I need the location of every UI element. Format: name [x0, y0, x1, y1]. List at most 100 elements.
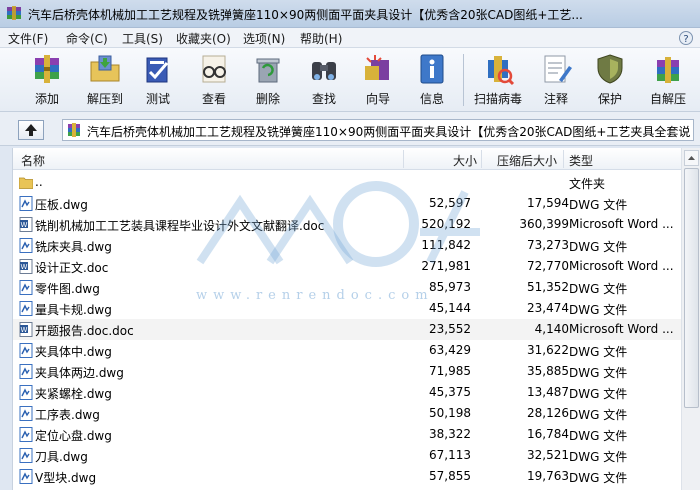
- folder-icon: [19, 177, 33, 189]
- scroll-thumb[interactable]: [684, 168, 699, 408]
- add-archive-icon: [35, 55, 59, 83]
- file-packed-size: 16,784: [527, 427, 569, 441]
- file-size: 520,192: [421, 217, 471, 231]
- menu-bar: 文件(F) 命令(C) 工具(S) 收藏夹(O) 选项(N) 帮助(H) ?: [0, 28, 700, 48]
- column-size[interactable]: 大小: [453, 152, 477, 169]
- view-button[interactable]: 查看: [192, 50, 236, 110]
- file-name: 夹具体两边.dwg: [35, 366, 124, 380]
- file-type: 文件夹: [569, 177, 606, 191]
- file-row[interactable]: 定位心盘.dwg 38,322 16,784 DWG 文件: [13, 424, 681, 445]
- scan-virus-button[interactable]: 扫描病毒: [470, 50, 526, 110]
- file-row[interactable]: 夹具体两边.dwg 71,985 35,885 DWG 文件: [13, 361, 681, 382]
- find-button[interactable]: 查找: [302, 50, 346, 110]
- file-row[interactable]: 零件图.dwg 85,973 51,352 DWG 文件: [13, 277, 681, 298]
- file-row[interactable]: 夹具体中.dwg 63,429 31,622 DWG 文件: [13, 340, 681, 361]
- protect-button[interactable]: 保护: [588, 50, 632, 110]
- menu-help[interactable]: 帮助(H): [300, 30, 342, 47]
- archive-path-field[interactable]: 汽车后桥壳体机械加工工艺规程及铣弹簧座110×90两侧面平面夹具设计【优秀含20…: [62, 119, 694, 141]
- file-row[interactable]: 夹紧螺栓.dwg 45,375 13,487 DWG 文件: [13, 382, 681, 403]
- test-button[interactable]: 测试: [136, 50, 180, 110]
- file-size: 85,973: [429, 280, 471, 294]
- file-row[interactable]: W 铣削机械加工工艺装具课程毕业设计外文文献翻译.doc 520,192 360,39…: [13, 214, 681, 235]
- test-archive-icon: [146, 57, 169, 83]
- file-size: 63,429: [429, 343, 471, 357]
- svg-text:W: W: [21, 326, 28, 334]
- extract-to-button[interactable]: 解压到: [80, 50, 130, 110]
- help-icon[interactable]: ?: [678, 30, 694, 46]
- info-button[interactable]: 信息: [410, 50, 454, 110]
- file-packed-size: 17,594: [527, 196, 569, 210]
- toolbar: 添加 解压到 测试 查看 删除 查找 向导 信息 扫描病毒 注释 保护 自解压: [0, 48, 700, 112]
- file-type: DWG 文件: [569, 198, 628, 212]
- word-file-icon: W: [19, 322, 33, 337]
- winrar-window: 汽车后桥壳体机械加工工艺规程及铣弹簧座110×90两侧面平面夹具设计【优秀含20…: [0, 0, 700, 490]
- menu-commands[interactable]: 命令(C): [66, 30, 108, 47]
- dwg-file-icon: [19, 469, 33, 484]
- sfx-archive-icon: [657, 57, 679, 83]
- delete-button[interactable]: 删除: [246, 50, 290, 110]
- file-type: DWG 文件: [569, 282, 628, 296]
- vertical-scrollbar[interactable]: [681, 148, 700, 490]
- delete-bin-icon: [256, 58, 280, 83]
- file-packed-size: 13,487: [527, 385, 569, 399]
- file-row[interactable]: W 设计正文.doc 271,981 72,770 Microsoft Word ...: [13, 256, 681, 277]
- comment-note-icon: [544, 55, 572, 83]
- file-type: DWG 文件: [569, 303, 628, 317]
- dwg-file-icon: [19, 406, 33, 421]
- svg-text:?: ?: [683, 34, 688, 45]
- file-row[interactable]: 铣床夹具.dwg 111,842 73,273 DWG 文件: [13, 235, 681, 256]
- file-name: 铣床夹具.dwg: [35, 240, 112, 254]
- up-folder-button[interactable]: [18, 120, 44, 140]
- file-row[interactable]: .. 文件夹: [13, 172, 681, 193]
- file-name: 刀具.dwg: [35, 450, 88, 464]
- file-name: 铣削机械加工工艺装具课程毕业设计外文文献翻译.doc: [35, 219, 325, 233]
- file-row[interactable]: 压板.dwg 52,597 17,594 DWG 文件: [13, 193, 681, 214]
- file-name: 设计正文.doc: [35, 261, 109, 275]
- column-packed[interactable]: 压缩后大小: [497, 152, 557, 169]
- file-row[interactable]: V型块.dwg 57,855 19,763 DWG 文件: [13, 466, 681, 487]
- file-row[interactable]: 工序表.dwg 50,198 28,126 DWG 文件: [13, 403, 681, 424]
- scroll-up-arrow-icon: [688, 156, 695, 160]
- file-row[interactable]: 量具卡规.dwg 45,144 23,474 DWG 文件: [13, 298, 681, 319]
- file-name: 零件图.dwg: [35, 282, 100, 296]
- file-name: ..: [35, 175, 43, 189]
- sfx-button[interactable]: 自解压: [640, 50, 696, 110]
- wizard-button[interactable]: 向导: [356, 50, 400, 110]
- file-size: 50,198: [429, 406, 471, 420]
- dwg-file-icon: [19, 343, 33, 358]
- wizard-icon: [365, 55, 389, 80]
- file-packed-size: 360,399: [519, 217, 569, 231]
- toolbar-separator: [463, 54, 464, 106]
- file-row[interactable]: 刀具.dwg 67,113 32,521 DWG 文件: [13, 445, 681, 466]
- menu-options[interactable]: 选项(N): [243, 30, 285, 47]
- file-size: 23,552: [429, 322, 471, 336]
- dwg-file-icon: [19, 196, 33, 211]
- file-packed-size: 72,770: [527, 259, 569, 273]
- file-type: Microsoft Word ...: [569, 322, 674, 336]
- file-name: 量具卡规.dwg: [35, 303, 112, 317]
- archive-path: 汽车后桥壳体机械加工工艺规程及铣弹簧座110×90两侧面平面夹具设计【优秀含20…: [87, 125, 691, 139]
- menu-file[interactable]: 文件(F): [8, 30, 48, 47]
- file-size: 271,981: [421, 259, 471, 273]
- extract-folder-icon: [90, 55, 120, 82]
- file-size: 111,842: [421, 238, 471, 252]
- add-button[interactable]: 添加: [22, 50, 72, 110]
- file-name: V型块.dwg: [35, 471, 97, 485]
- info-icon: [420, 54, 444, 84]
- title-bar: 汽车后桥壳体机械加工工艺规程及铣弹簧座110×90两侧面平面夹具设计【优秀含20…: [0, 0, 700, 28]
- column-type[interactable]: 类型: [569, 152, 593, 169]
- menu-tools[interactable]: 工具(S): [122, 30, 163, 47]
- file-row[interactable]: W 开题报告.doc.doc 23,552 4,140 Microsoft Word .…: [13, 319, 681, 340]
- file-size: 45,375: [429, 385, 471, 399]
- file-list: 名称 大小 压缩后大小 类型 .. 文件夹压板.dwg 52,597 17,594 DW…: [12, 148, 700, 490]
- word-file-icon: W: [19, 217, 33, 232]
- comment-button[interactable]: 注释: [534, 50, 578, 110]
- virus-scan-icon: [488, 56, 515, 86]
- file-type: Microsoft Word ...: [569, 259, 674, 273]
- column-name[interactable]: 名称: [21, 152, 45, 169]
- file-packed-size: 4,140: [534, 322, 569, 336]
- file-size: 67,113: [429, 448, 471, 462]
- window-title: 汽车后桥壳体机械加工工艺规程及铣弹簧座110×90两侧面平面夹具设计【优秀含20…: [28, 8, 583, 22]
- scroll-up-button[interactable]: [684, 150, 699, 166]
- menu-favorites[interactable]: 收藏夹(O): [176, 30, 231, 47]
